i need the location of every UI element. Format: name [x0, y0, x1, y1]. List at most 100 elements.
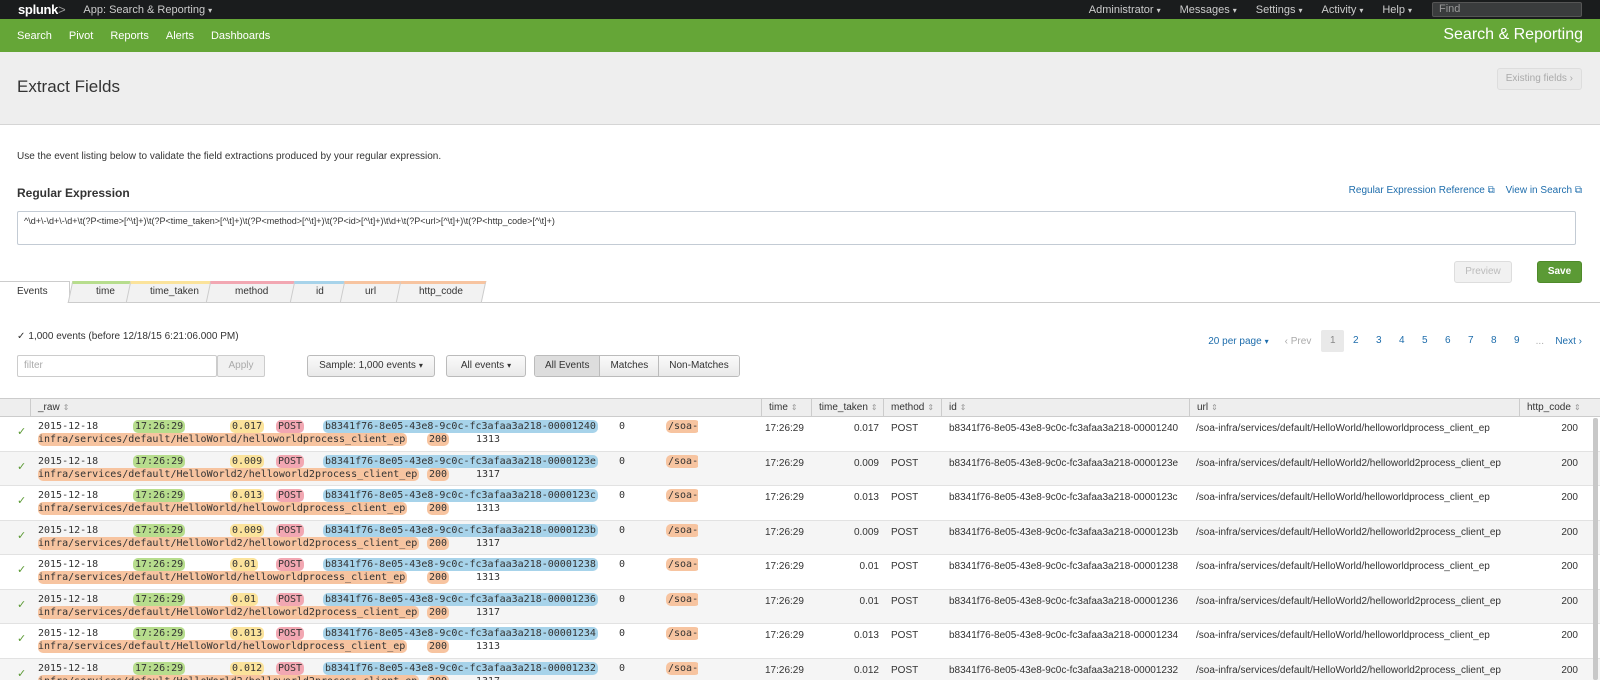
non-matches-toggle[interactable]: Non-Matches — [658, 356, 739, 376]
raw-url-start: /soa- — [666, 523, 698, 537]
table-row[interactable]: ✓ 2015-12-18 17:26:29 0.009 POST b8341f76-8e0… — [0, 520, 1600, 555]
raw-time-taken: 0.01 — [230, 592, 259, 606]
save-button[interactable]: Save — [1537, 261, 1582, 283]
page-1[interactable]: 1 — [1321, 330, 1345, 352]
raw-size: 1317 — [476, 537, 501, 549]
raw-time-taken: 0.009 — [230, 454, 265, 468]
all-events-toggle[interactable]: All Events — [535, 356, 600, 376]
tab-http-code[interactable]: http_code — [395, 281, 487, 303]
time-taken-cell: 0.009 — [853, 526, 879, 538]
time-cell: 17:26:29 — [765, 561, 804, 572]
prev-page-button[interactable]: ‹ Prev — [1285, 336, 1312, 347]
time-taken-cell: 0.012 — [853, 664, 879, 676]
page-8[interactable]: 8 — [1482, 330, 1505, 352]
raw-num: 0 — [619, 421, 626, 432]
top-bar: splunk> App: Search & Reporting ▾ Adminis… — [0, 0, 1600, 19]
col-url[interactable]: url ⇕ — [1189, 399, 1519, 417]
col-method[interactable]: method ⇕ — [883, 399, 941, 417]
sort-icon: ⇕ — [1573, 403, 1581, 412]
chevron-down-icon: ▾ — [1407, 5, 1412, 15]
field-tabs: Events time time_taken method id url htt… — [0, 281, 1600, 303]
http-code-cell: 200 — [1561, 595, 1578, 607]
time-taken-cell: 0.01 — [859, 595, 879, 607]
page-5[interactable]: 5 — [1413, 330, 1436, 352]
raw-url-start: /soa- — [666, 489, 698, 502]
raw-time: 17:26:29 — [133, 661, 186, 675]
preview-button[interactable]: Preview — [1454, 261, 1512, 283]
help-menu[interactable]: Help ▾ — [1382, 4, 1412, 16]
raw-time-taken: 0.013 — [230, 489, 265, 502]
activity-menu[interactable]: Activity ▾ — [1322, 4, 1364, 16]
view-in-search-link[interactable]: View in Search ⧉ — [1506, 185, 1582, 196]
http-code-cell: 200 — [1561, 492, 1578, 503]
nav-dashboards[interactable]: Dashboards — [211, 30, 270, 42]
col-time-taken[interactable]: time_taken ⇕ — [811, 399, 883, 417]
matches-toggle[interactable]: Matches — [599, 356, 659, 376]
chevron-down-icon: ▾ — [1264, 336, 1269, 346]
messages-menu[interactable]: Messages ▾ — [1180, 4, 1237, 16]
col-time[interactable]: time ⇕ — [761, 399, 811, 417]
filter-input[interactable]: filter — [17, 355, 217, 377]
nav-search[interactable]: Search — [17, 30, 52, 42]
settings-menu[interactable]: Settings ▾ — [1256, 4, 1303, 16]
scrollbar[interactable] — [1593, 418, 1598, 680]
raw-date: 2015-12-18 — [38, 490, 99, 501]
nav-alerts[interactable]: Alerts — [166, 30, 194, 42]
all-events-dropdown[interactable]: All events ▾ — [446, 355, 526, 377]
sample-dropdown[interactable]: Sample: 1,000 events ▾ — [307, 355, 435, 377]
method-cell: POST — [891, 630, 919, 641]
raw-size: 1317 — [476, 675, 500, 680]
table-row[interactable]: ✓ 2015-12-18 17:26:29 0.01 POST b8341f76-8e05… — [0, 589, 1600, 624]
raw-size: 1313 — [476, 641, 501, 652]
match-check-icon: ✓ — [17, 426, 27, 438]
table-row[interactable]: ✓ 2015-12-18 17:26:29 0.009 POST b8341f76-8e0… — [0, 451, 1600, 486]
raw-http-code: 200 — [427, 674, 450, 680]
page-6[interactable]: 6 — [1436, 330, 1459, 352]
raw-url-rest: infra/services/default/HelloWorld/hellow… — [38, 640, 408, 653]
tab-events[interactable]: Events — [0, 281, 70, 303]
app-menu[interactable]: App: Search & Reporting ▾ — [83, 4, 212, 16]
existing-fields-button[interactable]: Existing fields › — [1496, 68, 1582, 90]
table-row[interactable]: ✓ 2015-12-18 17:26:29 0.013 POST b8341f76-8e0… — [0, 624, 1600, 659]
splunk-logo[interactable]: splunk> — [18, 2, 66, 17]
regex-textarea[interactable]: ^\d+\-\d+\-\d+\t(?P<time>[^\t]+)\t(?P<ti… — [17, 211, 1576, 245]
page-9[interactable]: 9 — [1505, 330, 1528, 352]
page-4[interactable]: 4 — [1390, 330, 1413, 352]
nav-reports[interactable]: Reports — [110, 30, 149, 42]
nav-pivot[interactable]: Pivot — [69, 30, 93, 42]
raw-cell: 2015-12-18 17:26:29 0.013 POST b8341f76-8e05… — [38, 627, 698, 653]
table-row[interactable]: ✓ 2015-12-18 17:26:29 0.013 POST b8341f76-8e0… — [0, 486, 1600, 521]
administrator-menu[interactable]: Administrator ▾ — [1089, 4, 1161, 16]
time-cell: 17:26:29 — [765, 664, 804, 676]
regex-reference-link[interactable]: Regular Expression Reference ⧉ — [1349, 185, 1495, 196]
table-row[interactable]: ✓ 2015-12-18 17:26:29 0.017 POST b8341f76-8e0… — [0, 417, 1600, 452]
raw-cell: 2015-12-18 17:26:29 0.01 POST b8341f76-8e05-… — [38, 592, 698, 619]
page-7[interactable]: 7 — [1459, 330, 1482, 352]
raw-url-rest: infra/services/default/HelloWorld/hellow… — [38, 571, 408, 584]
table-row[interactable]: ✓ 2015-12-18 17:26:29 0.012 POST b8341f76-8e0… — [0, 658, 1600, 680]
col-http-code[interactable]: http_code ⇕ — [1519, 399, 1600, 417]
match-filter-group: All Events Matches Non-Matches — [534, 355, 740, 377]
find-input[interactable]: Find — [1432, 2, 1582, 17]
raw-url-start: /soa- — [666, 558, 698, 571]
col-id[interactable]: id ⇕ — [941, 399, 1189, 417]
table-row[interactable]: ✓ 2015-12-18 17:26:29 0.01 POST b8341f76-8e05… — [0, 555, 1600, 590]
raw-cell: 2015-12-18 17:26:29 0.012 POST b8341f76-8e05… — [38, 661, 698, 680]
time-taken-cell: 0.013 — [853, 630, 879, 641]
page-2[interactable]: 2 — [1344, 330, 1367, 352]
page-3[interactable]: 3 — [1367, 330, 1390, 352]
raw-num: 0 — [619, 593, 626, 605]
col-raw[interactable]: _raw ⇕ — [30, 399, 762, 417]
raw-id: b8341f76-8e05-43e8-9c0c-fc3afaa3a218-000… — [323, 420, 598, 433]
tab-method[interactable]: method — [205, 281, 299, 303]
top-nav: Administrator ▾ Messages ▾ Settings ▾ Activ… — [1070, 0, 1412, 19]
tab-url[interactable]: url — [339, 281, 403, 303]
next-page-button[interactable]: Next › — [1555, 336, 1582, 347]
apply-button[interactable]: Apply — [217, 355, 265, 377]
id-cell: b8341f76-8e05-43e8-9c0c-fc3afaa3a218-000… — [949, 492, 1178, 503]
table-header: _raw ⇕ time ⇕ time_taken ⇕ method ⇕ id ⇕ url ⇕… — [0, 398, 1600, 417]
id-cell: b8341f76-8e05-43e8-9c0c-fc3afaa3a218-000… — [949, 630, 1179, 641]
raw-url-rest: infra/services/default/HelloWorld/hellow… — [38, 502, 408, 515]
per-page-dropdown[interactable]: 20 per page ▾ — [1208, 336, 1268, 347]
sort-icon: ⇕ — [870, 403, 878, 412]
